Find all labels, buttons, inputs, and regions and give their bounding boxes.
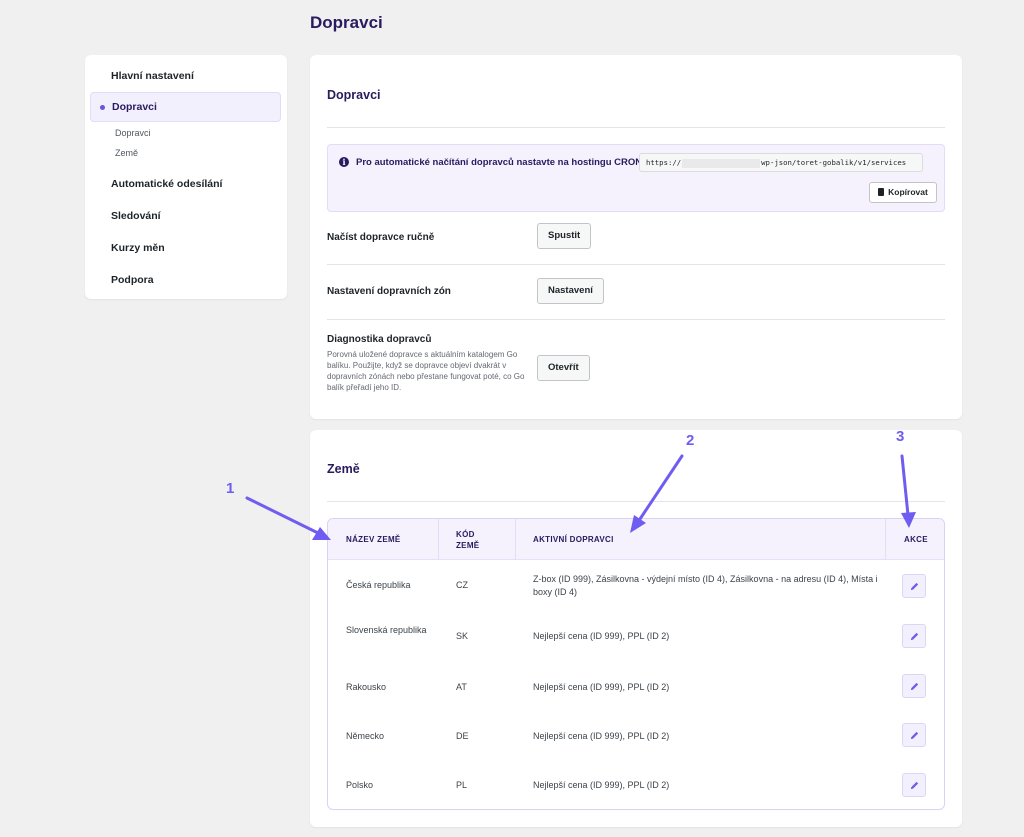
annotation-arrow-2 [636,454,684,524]
annotation-arrow-3 [900,454,910,517]
annotation-arrows [245,454,916,540]
annotation-arrowhead-2 [630,515,646,533]
annotation-arrowhead-1 [312,527,331,540]
annotation-arrow-1 [245,496,320,535]
annotation-arrowhead-3 [901,512,916,528]
